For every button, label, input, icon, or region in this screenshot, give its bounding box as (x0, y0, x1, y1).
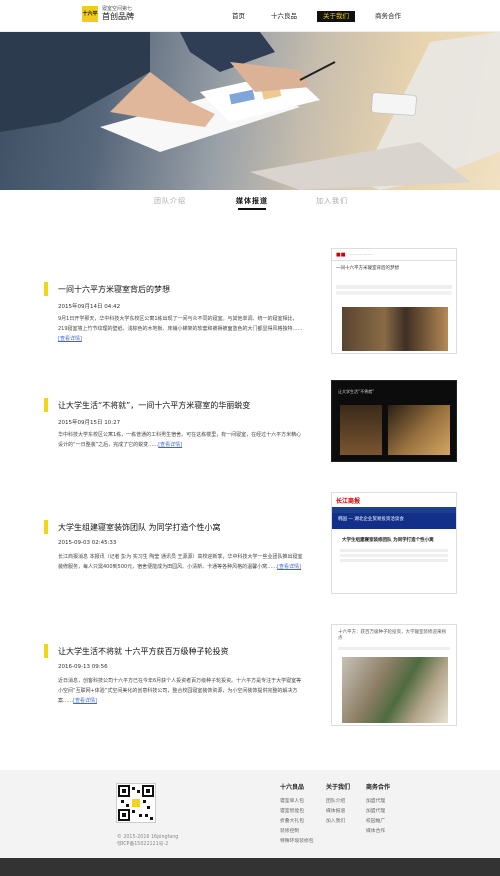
article-date: 2015年09月14日 04:42 (58, 304, 121, 310)
footer-link[interactable]: 校园推广 (366, 817, 390, 827)
hero-illustration (0, 32, 500, 190)
logo-mark-icon: 十六平 (82, 6, 98, 22)
article-title[interactable]: 让大学生活“不将就”，一间十六平方米寝室的华丽蜕变 (58, 400, 250, 411)
article-summary: 华中科技大学东校区公寓1栋，一栋普通的工科男生宿舍。可在这栋楼里，有一间寝室，在… (58, 432, 302, 448)
copyright-text: © 2015-2016 16pingfang 鄂ICP备15022121号-2 (117, 835, 179, 847)
accent-bar (44, 520, 48, 534)
article-item: 让大学生活“不将就”，一间十六平方米寝室的华丽蜕变 2015年09月15日 10… (44, 398, 309, 468)
main-nav: 首页 十六良品 关于我们 商务合作 (226, 11, 421, 22)
article-date: 2015-09-03 02:45:33 (58, 540, 117, 546)
footer-bottom-bar (0, 858, 500, 876)
footer-link[interactable]: 媒体合作 (366, 827, 390, 837)
article-thumbnail[interactable]: 长江商报 韩国 — 湖北企业贸易投资洽谈会 大学生组建寝室装修团队 为同学打造个… (331, 492, 457, 594)
read-more-link[interactable]: [查看详情] (73, 698, 97, 704)
article-summary: 9月1日开学那天，华中科技大学东校区公寓1栋出现了一间与众不同的寝室。与其他单调… (58, 316, 303, 342)
footer-link[interactable]: 媒体报道 (326, 807, 350, 817)
footer-link[interactable]: 团队介绍 (326, 797, 350, 807)
nav-business[interactable]: 商务合作 (369, 11, 407, 22)
read-more-link[interactable]: [查看详情] (277, 564, 301, 570)
article-thumbnail[interactable]: 让大学生活“不将就” (331, 380, 457, 462)
thumbnail-caption: 让大学生活“不将就” (338, 389, 375, 394)
nav-products[interactable]: 十六良品 (265, 11, 303, 22)
footer-link[interactable]: 折叠大礼包 (280, 817, 314, 827)
article-title[interactable]: 大学生组建寝室装饰团队 为同学打造个性小窝 (58, 522, 221, 533)
article-date: 2015年09月15日 10:27 (58, 420, 121, 426)
brand-logo[interactable]: 十六平 寝室空间第七 首创品牌 (82, 6, 134, 22)
article-thumbnail[interactable]: ■■ ···················· 一间十六平方米寝室背后的梦想 (331, 248, 457, 354)
footer-column-business: 商务合作 加盟代理 加盟代理 校园推广 媒体合作 (366, 782, 390, 837)
dorm-photo (342, 307, 448, 351)
article-summary: 近日消息，创客科技公司十六平方已在今年6月获个人投资者百万级种子轮投资。十六平方… (58, 678, 302, 704)
footer-column-products: 十六良品 寝室单人包 寝室智能包 折叠大礼包 装修控制 特殊环境装修包 (280, 782, 314, 847)
footer-column-about: 关于我们 团队介绍 媒体报道 加入我们 (326, 782, 350, 827)
active-tab-indicator (238, 208, 266, 210)
footer-link[interactable]: 加入我们 (326, 817, 350, 827)
thumbnail-caption: 十六平方：获百万级种子轮投资，大学寝室装修迎来拐点 (338, 630, 446, 641)
newspaper-logo: 长江商报 (336, 497, 361, 505)
qr-code-icon (116, 783, 156, 823)
top-navbar: 十六平 寝室空间第七 首创品牌 首页 十六良品 关于我们 商务合作 (0, 0, 500, 32)
hero-banner-image (0, 32, 500, 190)
site-footer (0, 770, 500, 858)
tab-join[interactable]: 加入我们 (316, 196, 348, 206)
read-more-link[interactable]: [查看详情] (58, 336, 82, 342)
article-item: 让大学生活不将就 十六平方获百万级种子轮投资 2016-09-13 09:56 … (44, 644, 309, 714)
thumbnail-caption: 大学生组建寝室装修团队 为同学打造个性小窝 (342, 538, 434, 543)
about-subtabs: 团队介绍 媒体报道 加入我们 (0, 196, 500, 214)
accent-bar (44, 282, 48, 296)
article-title[interactable]: 让大学生活不将就 十六平方获百万级种子轮投资 (58, 646, 229, 657)
footer-link[interactable]: 加盟代理 (366, 797, 390, 807)
footer-heading: 商务合作 (366, 784, 391, 791)
accent-bar (44, 398, 48, 412)
accent-bar (44, 644, 48, 658)
article-date: 2016-09-13 09:56 (58, 664, 108, 670)
thumbnail-caption: 一间十六平方米寝室背后的梦想 (336, 266, 399, 271)
dorm-photo (342, 657, 448, 723)
article-summary: 长江商报消息 本报讯（记者 彭为 实习生 陶莹 通讯员 王源源）高校迎新季，华中… (58, 554, 303, 570)
tab-media[interactable]: 媒体报道 (236, 196, 268, 206)
article-item: 一间十六平方米寝室背后的梦想 2015年09月14日 04:42 9月1日开学那… (44, 282, 309, 362)
tab-team[interactable]: 团队介绍 (154, 196, 186, 206)
article-item: 大学生组建寝室装饰团队 为同学打造个性小窝 2015-09-03 02:45:3… (44, 520, 309, 590)
article-thumbnail[interactable]: 十六平方：获百万级种子轮投资，大学寝室装修迎来拐点 (331, 624, 457, 726)
icp-license: 鄂ICP备15022121号-2 (117, 842, 169, 847)
dorm-photo (388, 405, 450, 455)
footer-link[interactable]: 特殊环境装修包 (280, 837, 314, 847)
news-logo-icon: ■■ (336, 251, 346, 258)
thumbnail-banner: 韩国 — 湖北企业贸易投资洽谈会 (332, 513, 456, 529)
nav-about[interactable]: 关于我们 (317, 11, 355, 22)
footer-heading: 关于我们 (326, 784, 351, 791)
article-title[interactable]: 一间十六平方米寝室背后的梦想 (58, 284, 170, 295)
read-more-link[interactable]: [查看详情] (158, 442, 182, 448)
brand-name: 首创品牌 (102, 12, 134, 21)
footer-link[interactable]: 寝室单人包 (280, 797, 314, 807)
footer-link[interactable]: 寝室智能包 (280, 807, 314, 817)
footer-link[interactable]: 装修控制 (280, 827, 314, 837)
nav-home[interactable]: 首页 (226, 11, 251, 22)
footer-link[interactable]: 加盟代理 (366, 807, 390, 817)
footer-heading: 十六良品 (280, 784, 305, 791)
